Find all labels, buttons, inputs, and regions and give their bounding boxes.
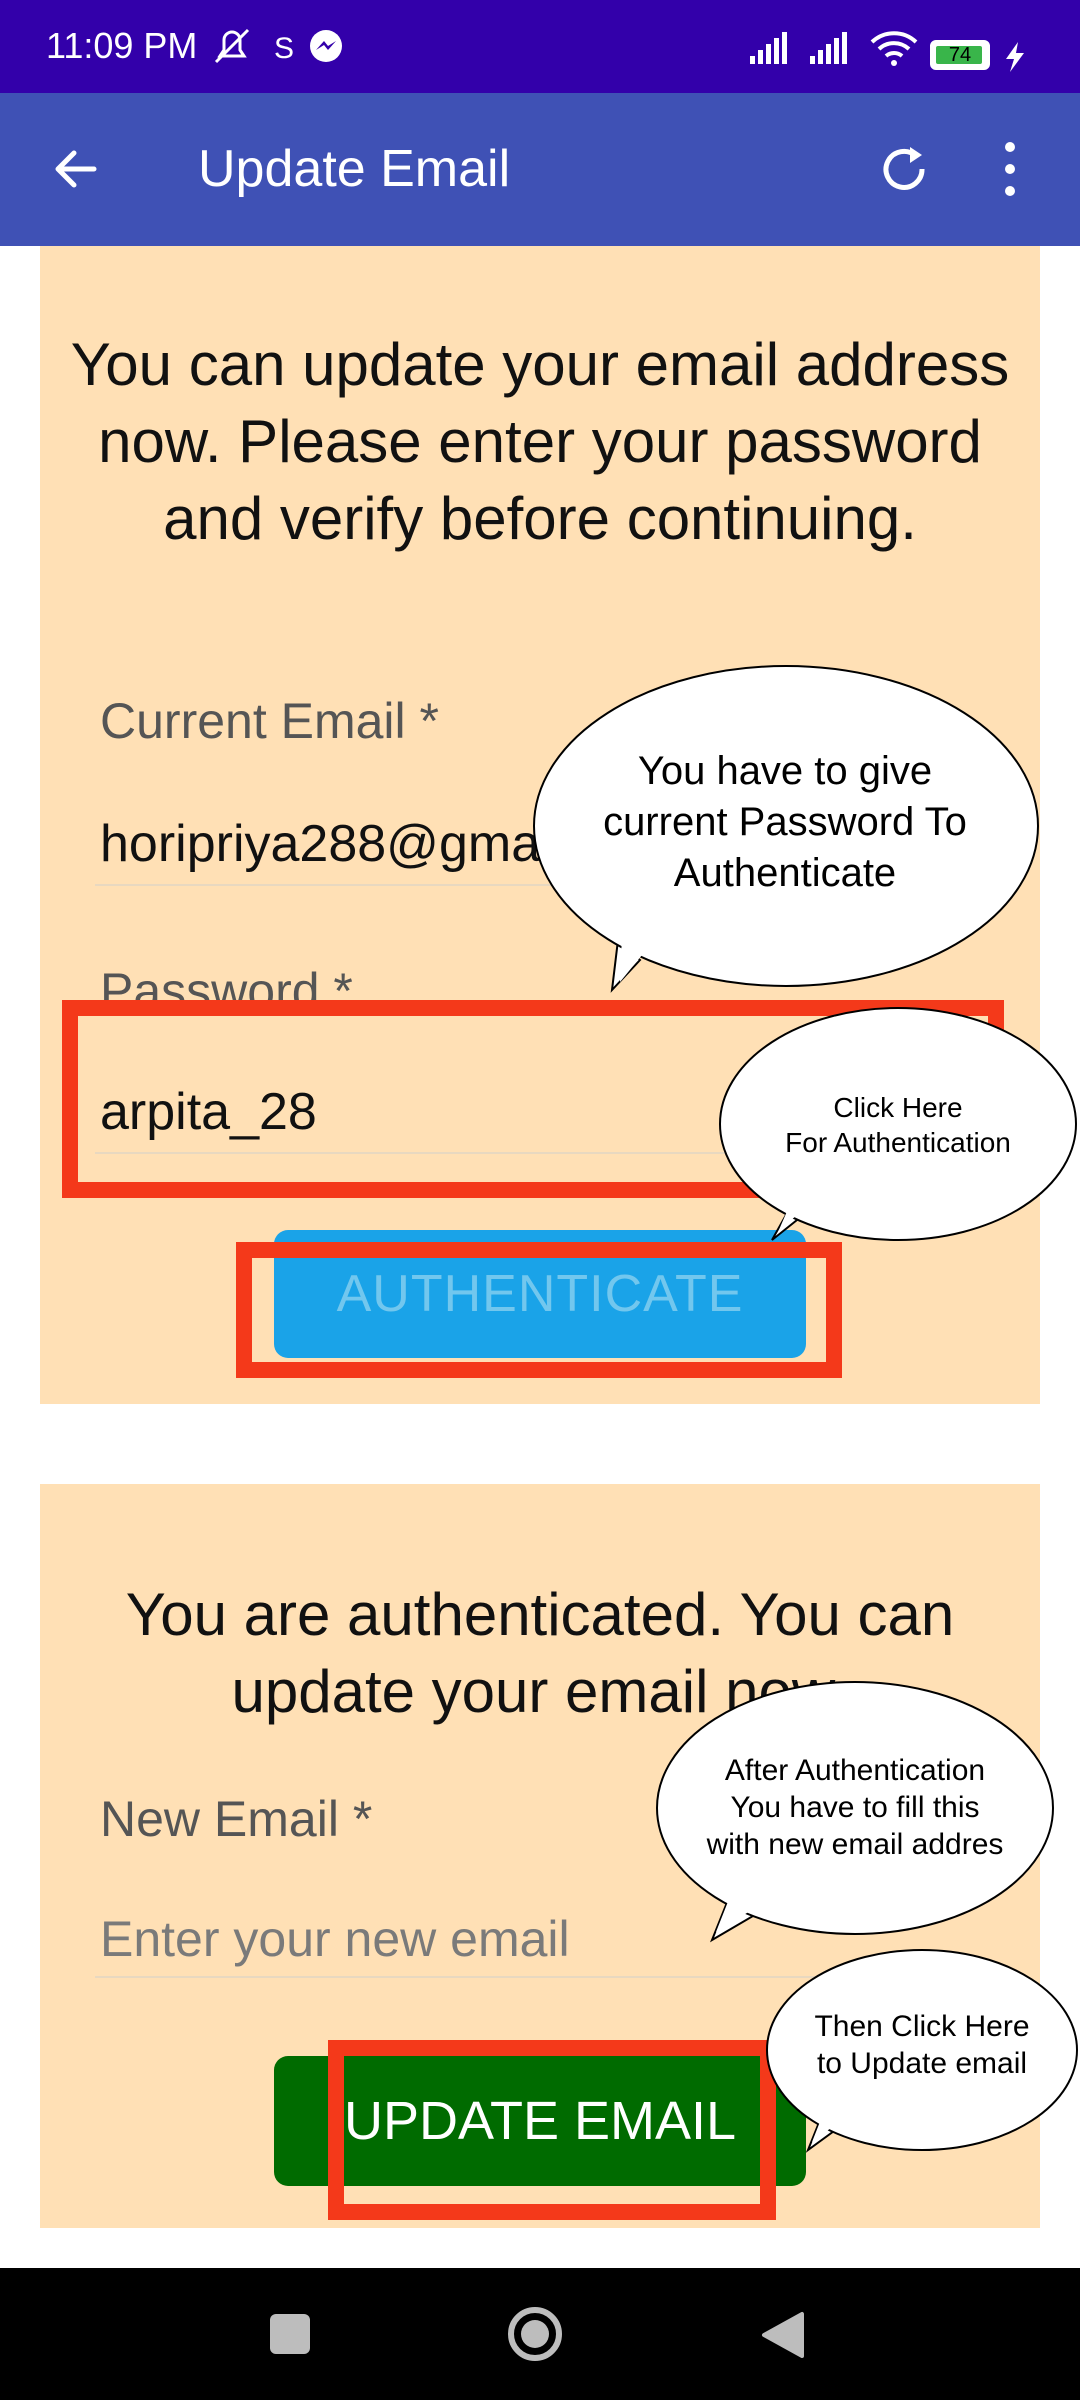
new-email-hint-line2: You have to fill this (730, 1791, 980, 1824)
authenticate-hint-line2: For Authentication (785, 1127, 1011, 1158)
home-icon[interactable] (505, 2304, 565, 2364)
recents-icon[interactable] (270, 2314, 310, 2354)
update-hint-line1: Then Click Here (814, 2010, 1030, 2043)
update-hint-callout: Then Click Here to Update email (780, 2008, 1064, 2082)
back-nav-icon[interactable] (760, 2310, 806, 2360)
authenticate-hint-line1: Click Here (833, 1092, 963, 1123)
new-email-hint-callout: After Authentication You have to fill th… (672, 1752, 1038, 1863)
new-email-hint-line1: After Authentication (724, 1754, 986, 1787)
authenticate-hint-callout: Click Here For Authentication (740, 1090, 1056, 1160)
new-email-hint-line3: with new email addres (706, 1828, 1004, 1861)
password-hint-callout: You have to give current Password To Aut… (603, 749, 967, 895)
navigation-bar (0, 2268, 1080, 2400)
update-hint-line2: to Update email (816, 2047, 1028, 2080)
